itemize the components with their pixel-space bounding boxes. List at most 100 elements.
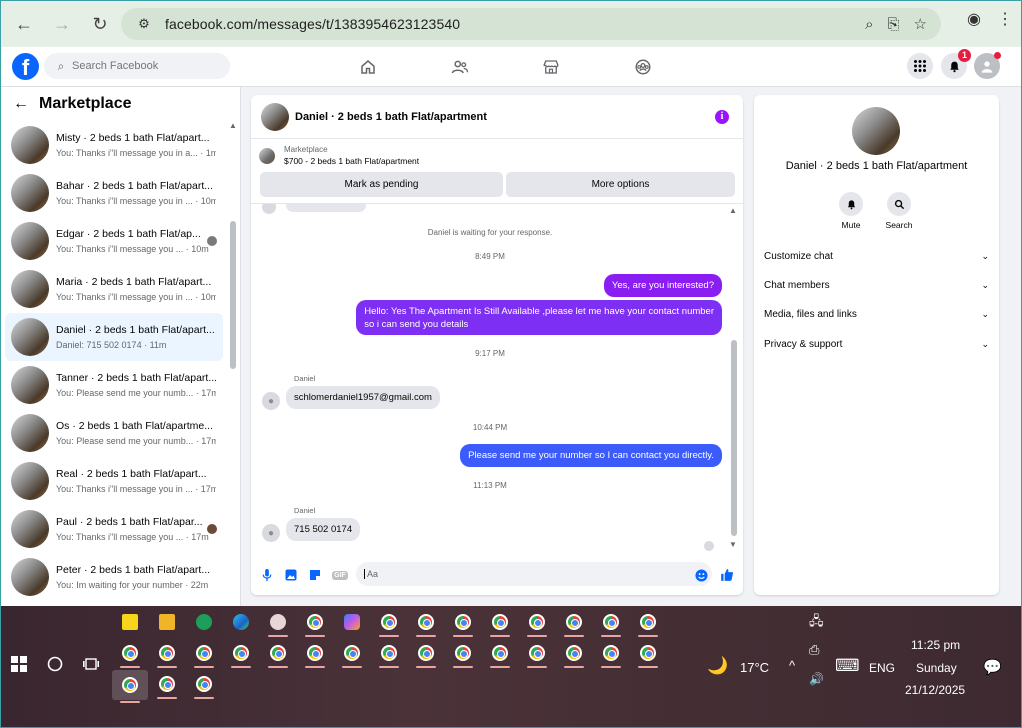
conversation-item-active[interactable]: Daniel · 2 beds 1 bath Flat/apart... Dani…	[5, 313, 223, 361]
keyboard-icon[interactable]: ⌨	[835, 656, 860, 676]
conversation-item[interactable]: Edgar · 2 beds 1 bath Flat/ap... You: Tha…	[5, 217, 223, 265]
taskbar-app-chrome[interactable]	[375, 610, 403, 637]
taskbar-app-chrome[interactable]	[190, 672, 218, 699]
taskbar-app-chrome[interactable]	[227, 641, 255, 668]
url-text[interactable]: facebook.com/messages/t/1383954623123540	[165, 16, 460, 32]
profile-icon[interactable]: ◉	[967, 9, 981, 29]
mark-pending-button[interactable]: Mark as pending	[260, 172, 503, 197]
taskbar-app-file-explorer[interactable]	[153, 610, 181, 634]
like-thumb-icon[interactable]	[719, 567, 735, 583]
microphone-icon[interactable]	[259, 567, 275, 583]
taskbar-app-chrome[interactable]	[153, 641, 181, 668]
taskbar-app-sticky-notes[interactable]	[116, 610, 144, 634]
install-icon[interactable]: ⎘	[888, 16, 900, 33]
taskbar-app-chrome[interactable]	[560, 610, 588, 637]
notifications-bell-icon[interactable]: 1	[941, 49, 971, 79]
facebook-logo-icon[interactable]: f	[12, 53, 39, 80]
clock-time[interactable]: 11:25 pm	[911, 638, 960, 652]
info-icon[interactable]: i	[715, 110, 729, 124]
start-icon[interactable]	[11, 656, 27, 677]
task-view-icon[interactable]	[83, 656, 99, 677]
scrollbar-thumb[interactable]	[230, 221, 236, 369]
conversation-item[interactable]: Misty · 2 beds 1 bath Flat/apart... You: …	[5, 121, 223, 169]
volume-icon[interactable]: 🔊	[809, 672, 824, 686]
back-icon[interactable]: ←	[7, 7, 41, 41]
scrollbar-thumb[interactable]	[731, 340, 737, 536]
scroll-up-icon[interactable]: ▲	[729, 206, 737, 215]
taskbar-app-chrome[interactable]	[523, 610, 551, 637]
taskbar-app-chrome[interactable]	[338, 641, 366, 668]
thread-scrollbar[interactable]: ▲ ▼	[729, 204, 739, 554]
chat-avatar[interactable]	[261, 102, 289, 131]
search-conversation-button[interactable]: Search	[879, 192, 919, 230]
conversation-item[interactable]: Bahar · 2 beds 1 bath Flat/apart... You: …	[5, 169, 223, 217]
facebook-search[interactable]: ⌕	[44, 53, 230, 79]
chat-title[interactable]: Daniel · 2 beds 1 bath Flat/apartment	[295, 111, 487, 123]
back-arrow-icon[interactable]: ←	[13, 95, 29, 113]
taskbar-app-chrome-active[interactable]	[112, 670, 148, 703]
notification-center-icon[interactable]: 💬	[983, 658, 1002, 676]
home-icon[interactable]	[356, 55, 380, 79]
taskbar-app-copilot[interactable]	[338, 610, 366, 634]
listing-summary[interactable]: Marketplace $700 - 2 beds 1 bath Flat/ap…	[259, 145, 419, 166]
reload-icon[interactable]: ↻	[83, 7, 117, 41]
taskbar-app-chrome[interactable]	[486, 641, 514, 668]
taskbar-app-chrome[interactable]	[301, 610, 329, 637]
taskbar-app-edge[interactable]	[227, 610, 255, 634]
chat-members-row[interactable]: Chat members ⌄	[764, 275, 989, 295]
weather-temperature[interactable]: 17°C	[740, 660, 769, 675]
facebook-search-input[interactable]	[72, 60, 222, 72]
taskbar-app-chrome[interactable]	[449, 610, 477, 637]
site-settings-icon[interactable]: ⚙	[129, 16, 159, 32]
conversation-item[interactable]: Paul · 2 beds 1 bath Flat/apar... You: Th…	[5, 505, 223, 553]
taskbar-app-chrome[interactable]	[190, 641, 218, 668]
sticker-icon[interactable]	[307, 567, 323, 583]
show-hidden-icons-chevron-icon[interactable]: ^	[789, 658, 795, 673]
taskbar-app-chrome[interactable]	[264, 641, 292, 668]
conversation-item[interactable]: Tanner · 2 beds 1 bath Flat/apart... You:…	[5, 361, 223, 409]
conversation-item[interactable]: Peter · 2 beds 1 bath Flat/apart... You: …	[5, 553, 223, 601]
scroll-down-icon[interactable]: ▼	[729, 540, 737, 549]
taskbar-app-chrome[interactable]	[153, 672, 181, 699]
taskbar-app-chrome[interactable]	[634, 610, 662, 637]
bookmark-star-icon[interactable]: ☆	[914, 15, 927, 33]
mute-button[interactable]: Mute	[831, 192, 871, 230]
taskbar-app-chrome[interactable]	[597, 610, 625, 637]
taskbar-app-chrome[interactable]	[412, 610, 440, 637]
customize-chat-row[interactable]: Customize chat ⌄	[764, 246, 989, 266]
groups-icon[interactable]	[631, 55, 655, 79]
details-avatar[interactable]	[852, 107, 900, 155]
friends-icon[interactable]	[448, 55, 472, 79]
taskbar-app-chrome[interactable]	[560, 641, 588, 668]
taskbar-app-chrome[interactable]	[597, 641, 625, 668]
account-avatar[interactable]	[974, 52, 1001, 79]
conversation-item[interactable]: Os · 2 beds 1 bath Flat/apartme... You: P…	[5, 409, 223, 457]
address-bar[interactable]: ⚙ facebook.com/messages/t/13839546231235…	[121, 8, 941, 40]
privacy-support-row[interactable]: Privacy & support ⌄	[764, 334, 989, 354]
conversation-item[interactable]: Maria · 2 beds 1 bath Flat/apart... You: …	[5, 265, 223, 313]
taskbar-app-chrome[interactable]	[523, 641, 551, 668]
taskbar-search-icon[interactable]	[47, 656, 63, 677]
message-input[interactable]: Aa	[356, 562, 712, 586]
taskbar-app-chrome[interactable]	[375, 641, 403, 668]
marketplace-icon[interactable]	[539, 55, 563, 79]
taskbar-app-chrome[interactable]	[301, 641, 329, 668]
conversation-item[interactable]: Real · 2 beds 1 bath Flat/apart... You: T…	[5, 457, 223, 505]
taskbar-app-chrome[interactable]	[449, 641, 477, 668]
taskbar-app-chrome[interactable]	[116, 641, 144, 668]
taskbar-app-green[interactable]	[190, 610, 218, 634]
browser-menu-icon[interactable]: ⋮	[997, 9, 1013, 29]
zoom-icon[interactable]: ⌕	[865, 16, 873, 33]
more-options-button[interactable]: More options	[506, 172, 735, 197]
forward-icon[interactable]: →	[45, 7, 79, 41]
taskbar-app-chrome[interactable]	[486, 610, 514, 637]
network-icon[interactable]: 🖧	[809, 612, 824, 634]
menu-grid-icon[interactable]	[907, 53, 933, 79]
media-files-links-row[interactable]: Media, files and links ⌄	[764, 304, 989, 324]
clock-day[interactable]: Sunday	[916, 661, 957, 675]
gif-icon[interactable]: GIF	[331, 567, 349, 583]
weather-moon-icon[interactable]: 🌙	[707, 656, 728, 676]
taskbar-app-paint[interactable]	[264, 610, 292, 637]
taskbar-app-chrome[interactable]	[412, 641, 440, 668]
meet-now-icon[interactable]: ⎙	[809, 642, 819, 658]
